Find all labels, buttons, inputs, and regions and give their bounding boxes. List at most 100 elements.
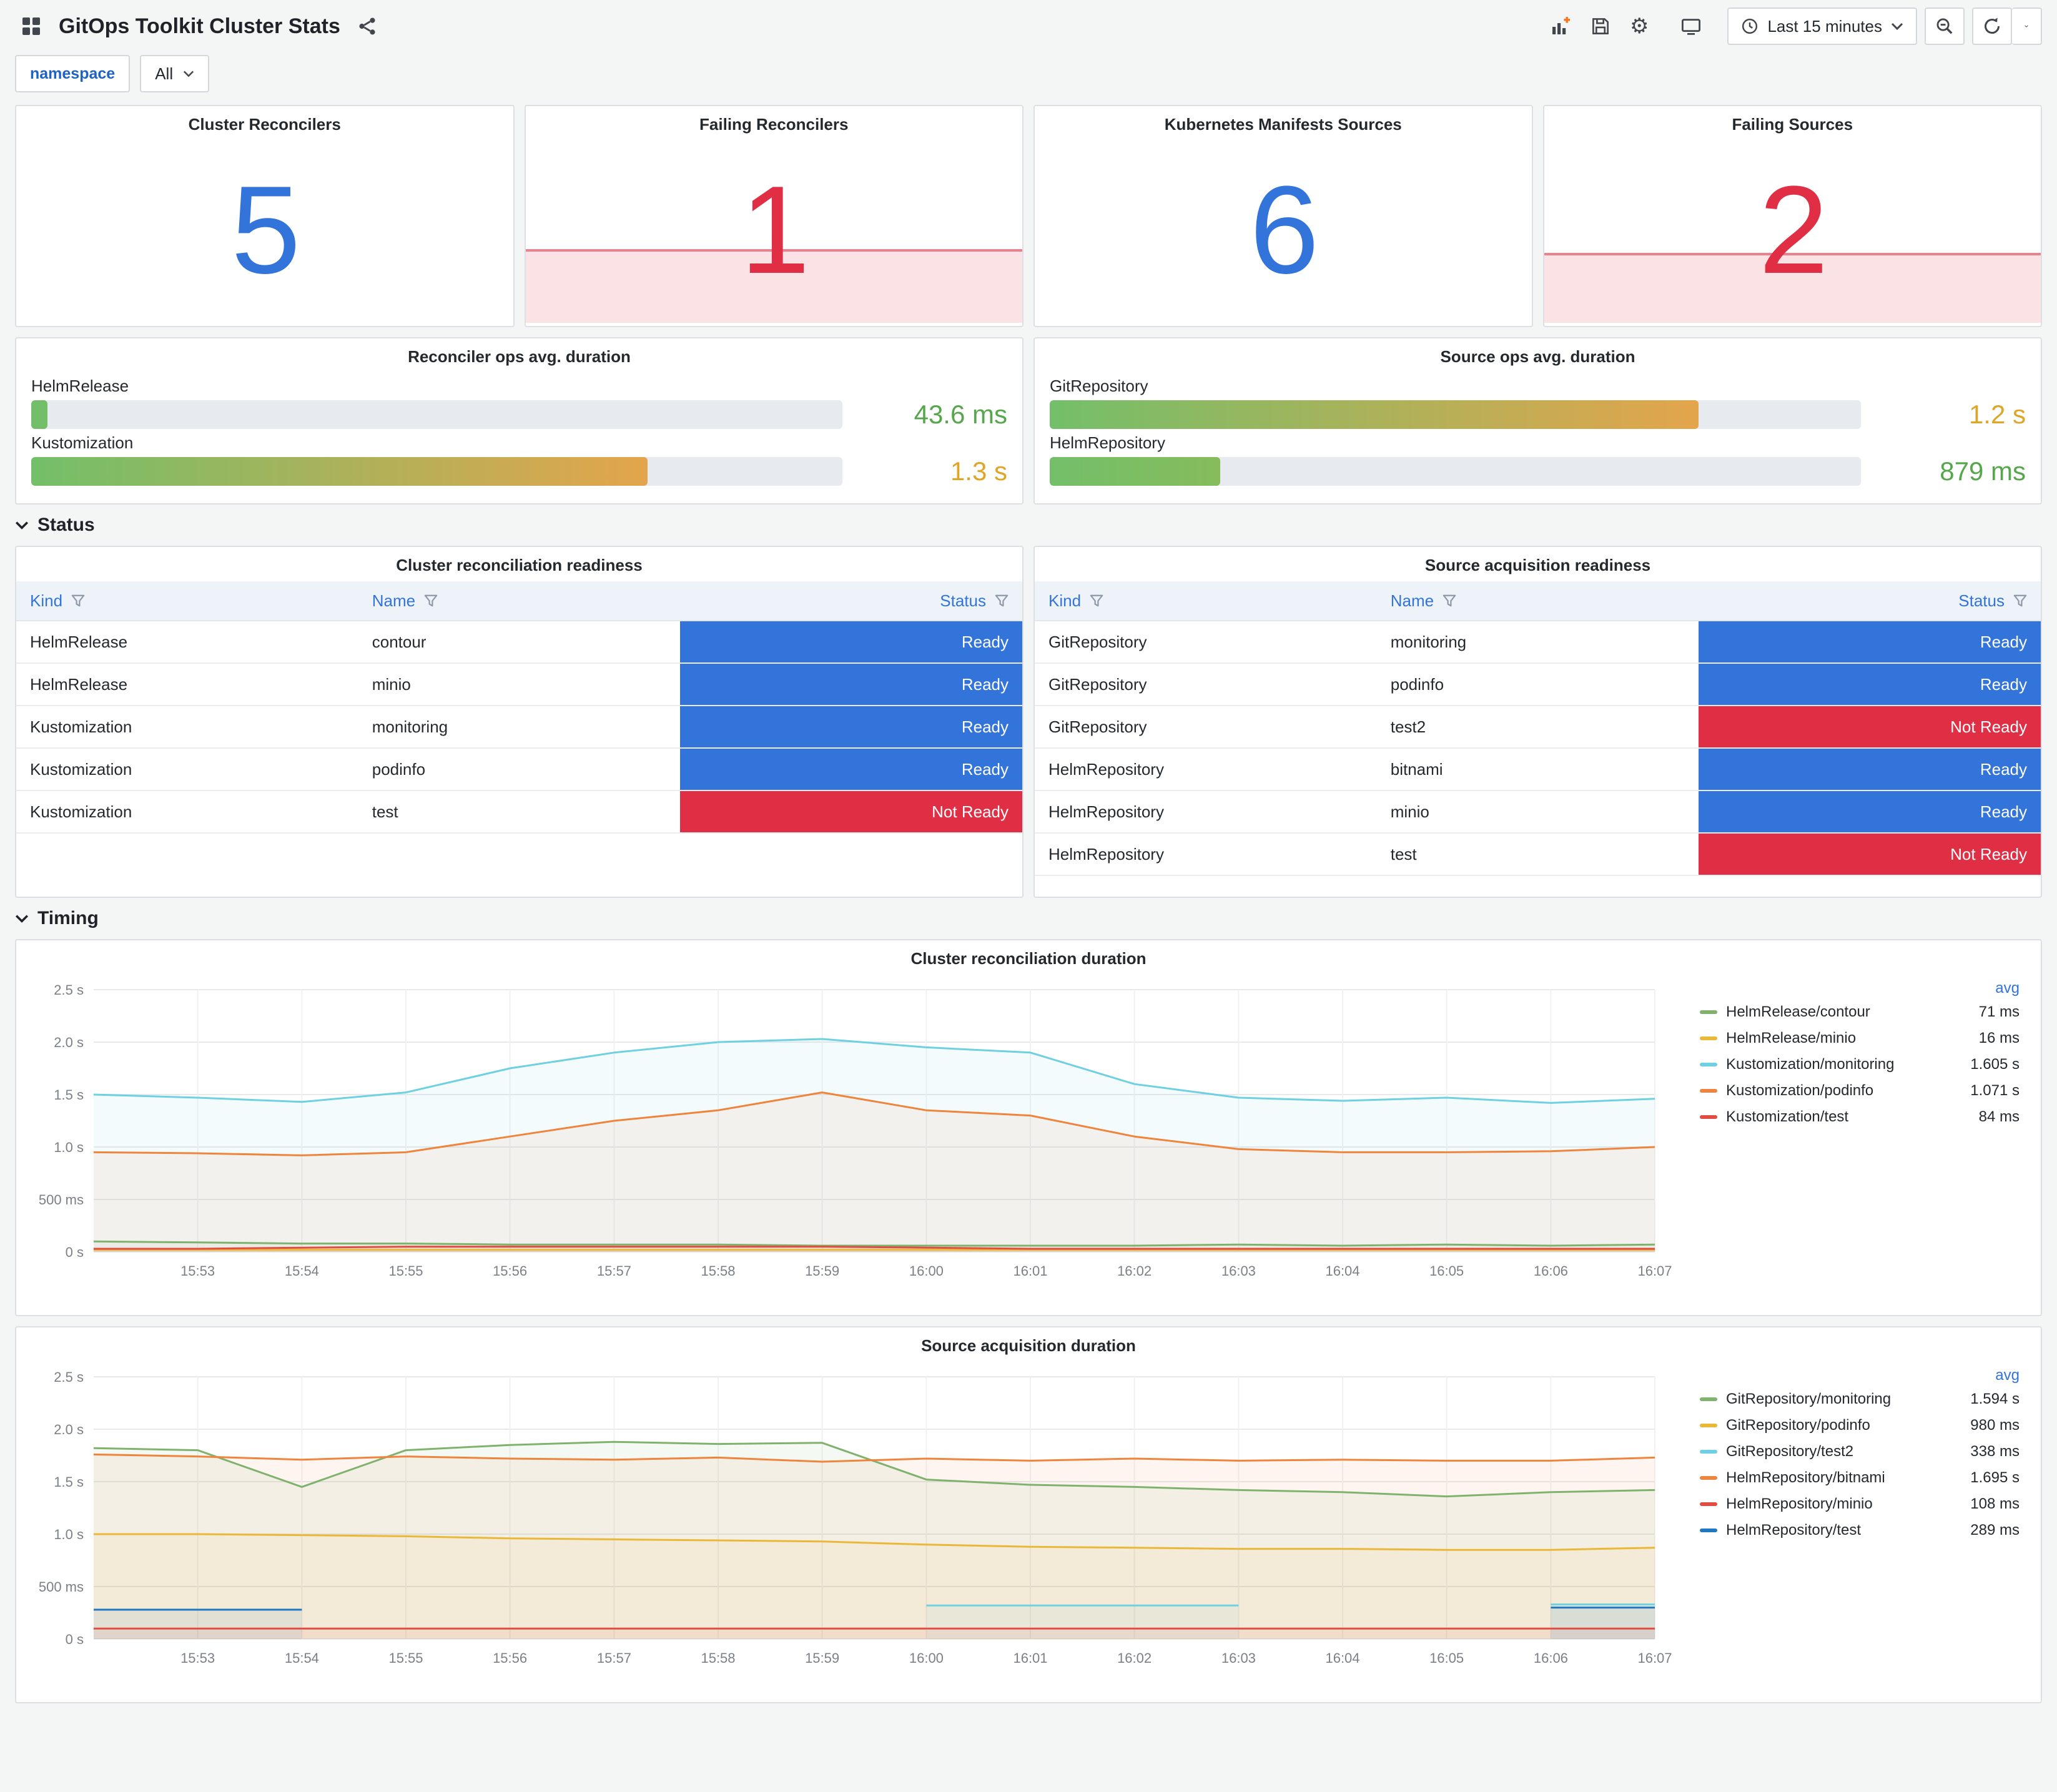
variable-namespace-select[interactable]: All — [140, 55, 210, 92]
filter-icon — [1090, 594, 1103, 607]
column-header-name[interactable]: Name — [1377, 581, 1699, 620]
series-name[interactable]: HelmRepository/bitnami — [1726, 1469, 1961, 1487]
panel-title[interactable]: Failing Sources — [1544, 106, 2041, 138]
gauge-row-gitrepository: GitRepository 1.2 s — [1050, 377, 2026, 430]
svg-text:16:01: 16:01 — [1013, 1263, 1047, 1279]
variable-namespace-value: All — [155, 64, 174, 83]
series-name[interactable]: HelmRelease/minio — [1726, 1030, 1970, 1047]
section-timing[interactable]: Timing — [15, 908, 2042, 929]
svg-text:1.5 s: 1.5 s — [54, 1474, 84, 1490]
svg-text:15:58: 15:58 — [701, 1263, 735, 1279]
cell-name: minio — [1390, 802, 1429, 821]
panel-title[interactable]: Cluster Reconcilers — [16, 106, 513, 138]
panel-title[interactable]: Failing Reconcilers — [526, 106, 1023, 138]
time-series-plot[interactable]: 0 s 500 ms 1.0 s 1.5 s 2.0 s 2.5 s 15:53 15:54 1… — [21, 1359, 1682, 1671]
panel-title[interactable]: Cluster reconciliation duration — [16, 940, 2041, 972]
table-row: HelmRepository test Not Ready — [1035, 834, 2041, 876]
column-header-status[interactable]: Status — [1699, 581, 2041, 620]
variables-row: namespace All — [0, 52, 2057, 105]
panel-title[interactable]: Cluster reconciliation readiness — [16, 547, 1022, 579]
svg-text:1.0 s: 1.0 s — [54, 1140, 84, 1155]
series-name[interactable]: GitRepository/test2 — [1726, 1443, 1961, 1460]
svg-text:16:04: 16:04 — [1325, 1650, 1359, 1666]
series-name[interactable]: HelmRepository/minio — [1726, 1495, 1961, 1513]
series-name[interactable]: HelmRelease/contour — [1726, 1003, 1970, 1021]
add-panel-button[interactable] — [1544, 11, 1577, 42]
table-row: HelmRepository bitnami Ready — [1035, 749, 2041, 791]
table-row: Kustomization monitoring Ready — [16, 706, 1022, 749]
svg-text:15:58: 15:58 — [701, 1650, 735, 1666]
time-range-label: Last 15 minutes — [1767, 16, 1882, 36]
series-name[interactable]: HelmRepository/test — [1726, 1522, 1961, 1539]
cell-name: monitoring — [372, 717, 448, 736]
panel-title[interactable]: Source ops avg. duration — [1035, 338, 2041, 370]
series-color-dash — [1700, 1115, 1717, 1119]
table-row: HelmRepository minio Ready — [1035, 791, 2041, 834]
svg-text:15:54: 15:54 — [285, 1650, 319, 1666]
svg-text:0 s: 0 s — [66, 1632, 84, 1647]
dashboards-grid-icon[interactable] — [15, 11, 47, 41]
series-avg-value: 1.605 s — [1970, 1056, 2020, 1073]
panel-title[interactable]: Source acquisition duration — [16, 1327, 2041, 1359]
zoom-out-button[interactable] — [1925, 7, 1965, 45]
cell-status: Ready — [1699, 621, 2041, 662]
time-range-picker[interactable]: Last 15 minutes — [1727, 7, 1917, 45]
section-status[interactable]: Status — [15, 514, 2042, 536]
column-header-kind[interactable]: Kind — [16, 581, 358, 620]
column-header-status[interactable]: Status — [680, 581, 1022, 620]
series-name[interactable]: Kustomization/test — [1726, 1108, 1970, 1126]
svg-text:2.0 s: 2.0 s — [54, 1035, 84, 1050]
cycle-view-button[interactable] — [1675, 11, 1707, 41]
series-avg-value: 84 ms — [1978, 1108, 2020, 1125]
chart-row-source-acquisition: Source acquisition duration 0 s 500 ms 1.0… — [15, 1326, 2042, 1703]
panel-cluster-reconciliation-readiness: Cluster reconciliation readiness Kind Na… — [15, 546, 1024, 898]
series-name[interactable]: Kustomization/podinfo — [1726, 1082, 1961, 1100]
svg-text:16:00: 16:00 — [909, 1650, 944, 1666]
legend-item: GitRepository/test2 338 ms — [1700, 1443, 2020, 1460]
svg-text:16:01: 16:01 — [1013, 1650, 1047, 1666]
column-header-kind[interactable]: Kind — [1035, 581, 1377, 620]
series-name[interactable]: Kustomization/monitoring — [1726, 1056, 1961, 1073]
gauge-label: Kustomization — [31, 433, 134, 452]
svg-text:16:07: 16:07 — [1637, 1263, 1672, 1279]
series-name[interactable]: GitRepository/monitoring — [1726, 1391, 1961, 1408]
cell-name: contour — [372, 632, 427, 651]
column-header-name[interactable]: Name — [358, 581, 681, 620]
series-name[interactable]: GitRepository/podinfo — [1726, 1417, 1961, 1434]
cell-status: Ready — [1699, 749, 2041, 790]
refresh-button[interactable] — [1972, 7, 2012, 45]
legend-item: HelmRelease/contour 71 ms — [1700, 1003, 2020, 1021]
avg-column-header: avg — [1995, 1367, 2020, 1384]
save-dashboard-button[interactable] — [1585, 12, 1616, 41]
status-badge: Ready — [1699, 664, 2041, 705]
dashboard-settings-button[interactable]: ⚙ — [1624, 11, 1655, 42]
chevron-down-icon — [2025, 25, 2028, 27]
legend-item: Kustomization/test 84 ms — [1700, 1108, 2020, 1126]
panel-title[interactable]: Source acquisition readiness — [1035, 547, 2041, 579]
refresh-interval-dropdown[interactable] — [2012, 7, 2042, 45]
panel-cluster-reconcilers: Cluster Reconcilers 5 — [15, 105, 515, 327]
svg-text:15:53: 15:53 — [180, 1263, 215, 1279]
chart-legend: avg GitRepository/monitoring 1.594 s Git… — [1682, 1359, 2027, 1548]
cell-name: minio — [372, 674, 411, 694]
panel-title[interactable]: Kubernetes Manifests Sources — [1035, 106, 1532, 138]
panel-failing-reconcilers: Failing Reconcilers 1 — [524, 105, 1024, 327]
stats-row: Cluster Reconcilers 5 Failing Reconciler… — [15, 105, 2042, 327]
panel-failing-sources: Failing Sources 2 — [1542, 105, 2042, 327]
svg-text:16:05: 16:05 — [1429, 1650, 1464, 1666]
filter-icon — [995, 594, 1009, 607]
time-series-plot[interactable]: 0 s 500 ms 1.0 s 1.5 s 2.0 s 2.5 s 15:53 15:54 1… — [21, 972, 1682, 1284]
cell-kind: HelmRepository — [1048, 759, 1164, 779]
panel-title[interactable]: Reconciler ops avg. duration — [16, 338, 1022, 370]
cell-kind: GitRepository — [1048, 717, 1147, 736]
status-badge: Ready — [1699, 621, 2041, 662]
svg-text:500 ms: 500 ms — [39, 1192, 84, 1208]
svg-text:16:03: 16:03 — [1221, 1650, 1256, 1666]
table-header: Kind Name Status — [16, 581, 1022, 621]
cell-kind: GitRepository — [1048, 632, 1147, 651]
cell-name: test — [372, 802, 398, 821]
stat-value: 5 — [231, 160, 300, 300]
status-badge: Not Ready — [1699, 706, 2041, 747]
share-icon[interactable] — [352, 12, 383, 41]
table-row: Kustomization podinfo Ready — [16, 749, 1022, 791]
